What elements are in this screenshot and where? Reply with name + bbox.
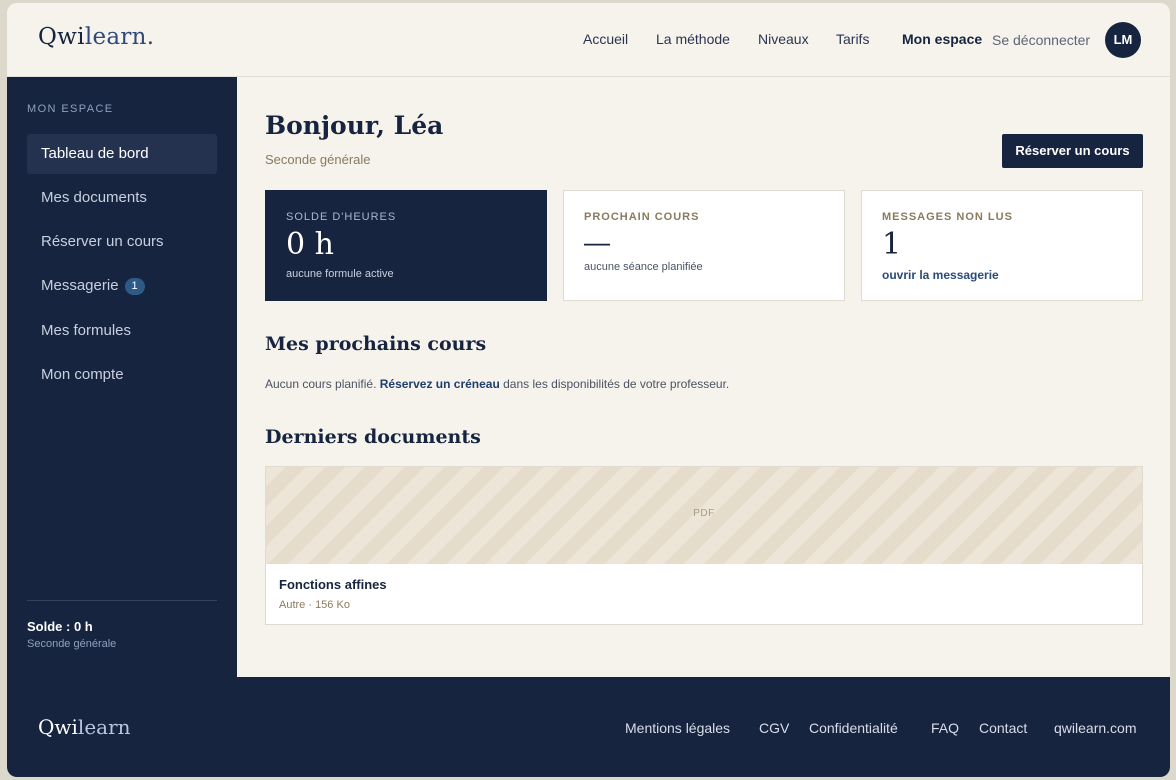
card-label: PROCHAIN COURS: [584, 211, 700, 223]
logout-link[interactable]: Se déconnecter: [992, 32, 1090, 48]
sidebar-item-account[interactable]: Mon compte: [27, 355, 217, 395]
site-logo[interactable]: Qwilearn.: [38, 24, 154, 50]
sidebar-item-label: Messagerie: [41, 277, 119, 294]
logo-accent: learn: [77, 715, 131, 739]
info-text: dans les disponibilités de votre profess…: [499, 377, 730, 391]
next-lesson-card: PROCHAIN COURS — aucune séance planifiée: [563, 190, 845, 301]
info-text: Aucun cours planifié.: [265, 377, 380, 391]
footer-link-site[interactable]: qwilearn.com: [1054, 720, 1136, 736]
upcoming-lessons-heading: Mes prochains cours: [265, 333, 487, 355]
card-value: 0 h: [286, 227, 334, 262]
sidebar-item-label: Tableau de bord: [41, 145, 149, 162]
document-title: Fonctions affines: [279, 577, 387, 592]
avatar[interactable]: LM: [1105, 22, 1141, 58]
document-type-label: PDF: [693, 508, 715, 519]
sidebar-balance: Solde : 0 h: [27, 619, 93, 634]
open-messaging-link[interactable]: ouvrir la messagerie: [882, 268, 999, 282]
unread-messages-card: MESSAGES NON LUS 1 ouvrir la messagerie: [861, 190, 1143, 301]
book-lesson-button[interactable]: Réserver un cours: [1002, 134, 1143, 168]
footer-link-contact[interactable]: Contact: [979, 720, 1027, 736]
card-label: MESSAGES NON LUS: [882, 211, 1013, 223]
logo-text: Qwi: [38, 715, 78, 739]
logo-accent: learn.: [84, 24, 155, 50]
hours-balance-card: SOLDE D'HEURES 0 h aucune formule active: [265, 190, 547, 301]
book-slot-link[interactable]: Réservez un créneau: [380, 377, 500, 391]
sidebar: MON ESPACE Tableau de bord Mes documents…: [7, 77, 237, 677]
sidebar-item-book[interactable]: Réserver un cours: [27, 222, 217, 262]
sidebar-level: Seconde générale: [27, 638, 117, 650]
sidebar-item-dashboard[interactable]: Tableau de bord: [27, 134, 217, 174]
sidebar-item-label: Mes documents: [41, 189, 147, 206]
sidebar-item-messaging[interactable]: Messagerie 1: [27, 266, 217, 306]
card-label: SOLDE D'HEURES: [286, 211, 397, 223]
recent-documents-heading: Derniers documents: [265, 426, 481, 448]
card-note: aucune séance planifiée: [584, 261, 703, 273]
sidebar-item-label: Mon compte: [41, 366, 124, 383]
logo-text: Qwi: [38, 24, 85, 50]
page-title: Bonjour, Léa: [265, 111, 444, 140]
upcoming-lessons-text: Aucun cours planifié. Réservez un crénea…: [265, 377, 729, 391]
card-note: aucune formule active: [286, 268, 394, 280]
nav-accueil[interactable]: Accueil: [583, 31, 628, 47]
footer-link-legal[interactable]: Mentions légales: [625, 720, 730, 736]
nav-niveaux[interactable]: Niveaux: [758, 31, 809, 47]
card-value: —: [584, 227, 610, 257]
card-value: 1: [882, 227, 902, 262]
document-card[interactable]: PDF Fonctions affines Autre · 156 Ko: [265, 466, 1143, 625]
app-window: Qwilearn. Accueil La méthode Niveaux Tar…: [7, 3, 1170, 777]
top-header: Qwilearn. Accueil La méthode Niveaux Tar…: [7, 3, 1170, 77]
main-content: Bonjour, Léa Seconde générale Réserver u…: [237, 77, 1170, 677]
document-preview: PDF: [266, 467, 1142, 564]
footer-link-cgv[interactable]: CGV: [759, 720, 789, 736]
document-meta: Autre · 156 Ko: [279, 599, 350, 611]
sidebar-item-documents[interactable]: Mes documents: [27, 178, 217, 218]
sidebar-item-label: Réserver un cours: [41, 233, 164, 250]
footer-logo[interactable]: Qwilearn: [38, 715, 131, 739]
unread-badge: 1: [124, 278, 145, 295]
sidebar-item-plans[interactable]: Mes formules: [27, 311, 217, 351]
nav-methode[interactable]: La méthode: [656, 31, 730, 47]
footer-link-faq[interactable]: FAQ: [931, 720, 959, 736]
site-footer: Qwilearn Mentions légales CGV Confidenti…: [7, 677, 1170, 777]
sidebar-heading: MON ESPACE: [27, 103, 114, 115]
sidebar-divider: [27, 600, 217, 601]
nav-mon-espace[interactable]: Mon espace: [902, 31, 982, 47]
nav-tarifs[interactable]: Tarifs: [836, 31, 869, 47]
student-level: Seconde générale: [265, 152, 371, 167]
sidebar-item-label: Mes formules: [41, 322, 132, 339]
footer-link-privacy[interactable]: Confidentialité: [809, 720, 898, 736]
